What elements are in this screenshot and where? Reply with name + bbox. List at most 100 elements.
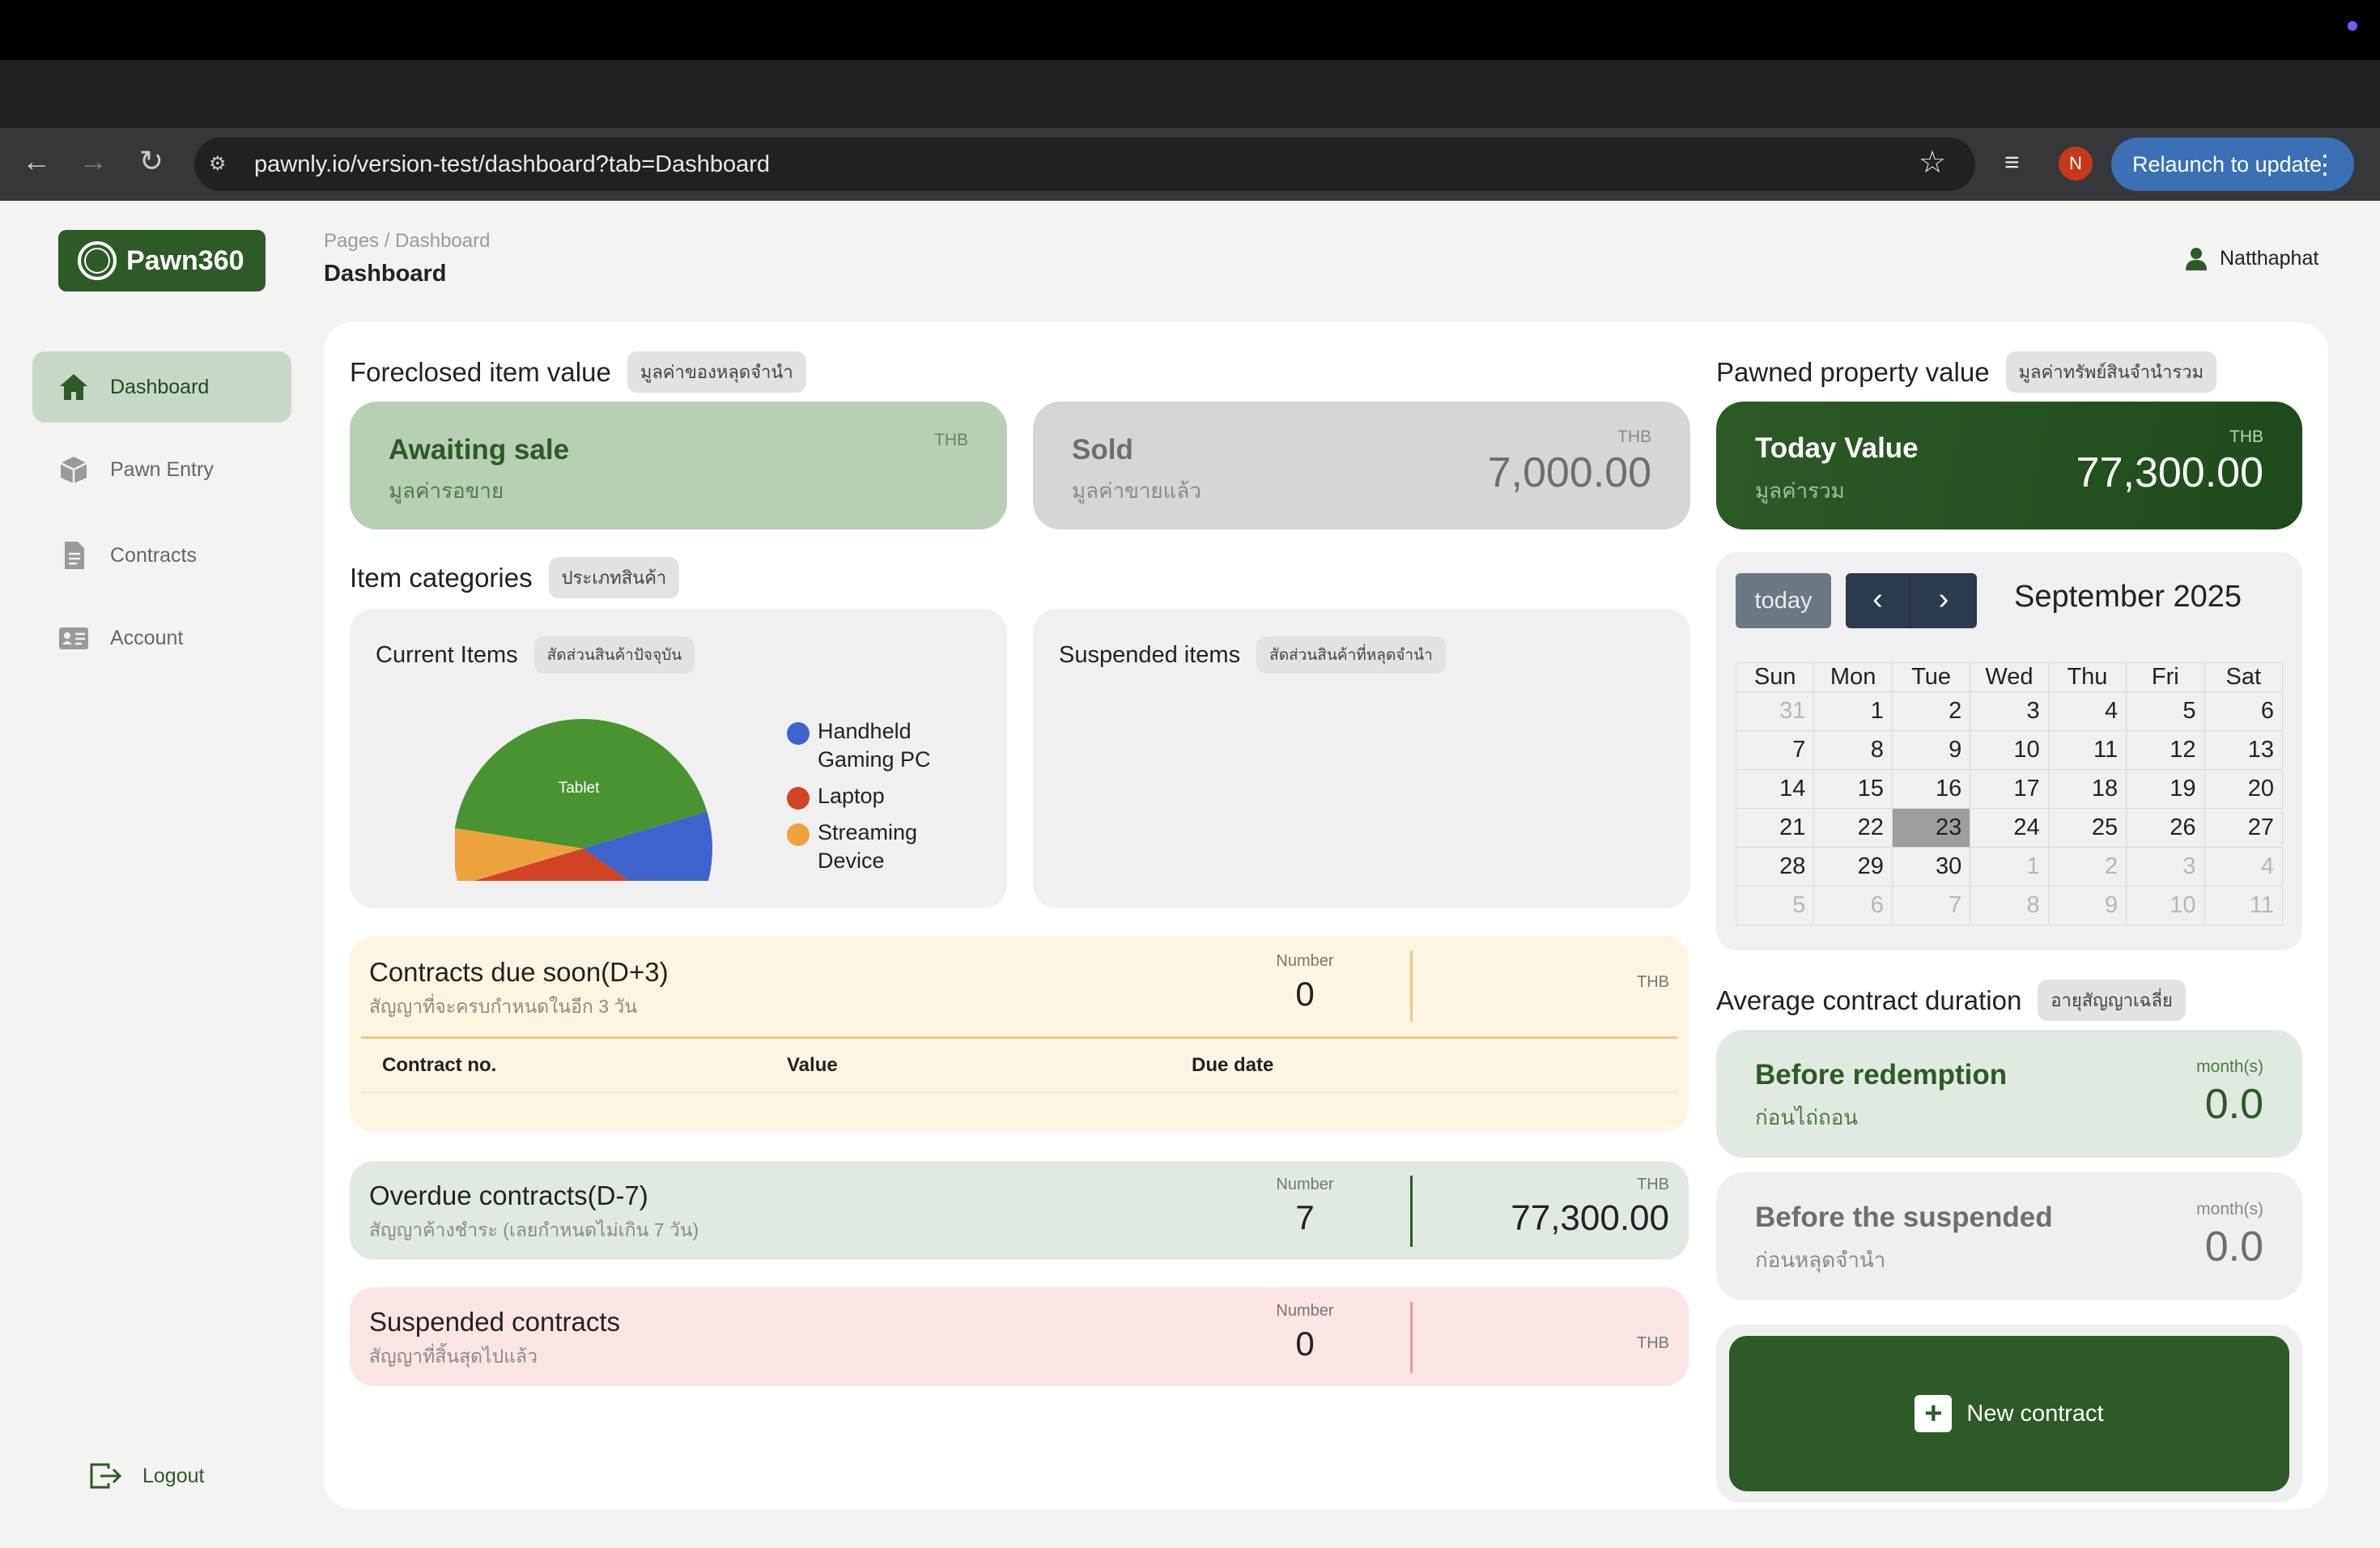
card-pill: สัดส่วนสินค้าที่หลุดจำนำ xyxy=(1256,636,1446,674)
calendar-day[interactable]: 19 xyxy=(2126,769,2205,809)
calendar-week: 31 1 2 3 4 5 6 xyxy=(1735,691,2284,731)
calendar-day[interactable]: 3 xyxy=(1970,691,2049,731)
logout-label: Logout xyxy=(142,1464,205,1487)
calendar-day[interactable]: 21 xyxy=(1735,808,1815,848)
suspended-items-card: Suspended items สัดส่วนสินค้าที่หลุดจำนำ xyxy=(1033,609,1690,908)
currency-label: THB xyxy=(1637,1334,1669,1352)
suspended-contracts-panel[interactable]: Suspended contracts สัญญาที่สิ้นสุดไปแล้… xyxy=(350,1287,1689,1386)
sold-card[interactable]: Sold มูลค่าขายแล้ว THB 7,000.00 xyxy=(1033,402,1690,529)
sidebar-item-contracts[interactable]: Contracts xyxy=(32,520,291,591)
calendar-nav-group: ‹ › xyxy=(1846,573,1977,628)
calendar-day[interactable]: 2 xyxy=(1891,691,1971,731)
site-settings-icon[interactable]: ⚙ xyxy=(209,152,233,176)
calendar-day[interactable]: 10 xyxy=(2126,886,2205,925)
calendar-day[interactable]: 17 xyxy=(1970,769,2049,809)
legend-item[interactable]: Handheld Gaming PC xyxy=(787,717,981,774)
calendar-day[interactable]: 22 xyxy=(1813,808,1893,848)
overdue-contracts-panel[interactable]: Overdue contracts(D-7) สัญญาค้างชำระ (เล… xyxy=(350,1161,1689,1260)
sidebar-item-account[interactable]: Account xyxy=(32,602,291,674)
calendar-day[interactable]: 28 xyxy=(1735,847,1815,887)
logout-button[interactable]: Logout xyxy=(89,1462,204,1490)
calendar-day[interactable]: 20 xyxy=(2204,769,2284,809)
calendar-day[interactable]: 1 xyxy=(1813,691,1893,731)
weekday-header: Thu xyxy=(2047,662,2127,692)
calendar-day[interactable]: 2 xyxy=(2047,847,2127,887)
legend-item[interactable]: Streaming Device xyxy=(787,819,981,875)
card-value: 0.0 xyxy=(2204,1081,2263,1128)
media-control-icon[interactable]: ≡ xyxy=(2004,147,2020,177)
new-contract-button[interactable]: + New contract xyxy=(1729,1336,2289,1491)
calendar-week: 28 29 30 1 2 3 4 xyxy=(1735,847,2284,887)
calendar-day[interactable]: 18 xyxy=(2047,769,2127,809)
calendar-day[interactable]: 13 xyxy=(2204,730,2284,770)
awaiting-sale-card[interactable]: Awaiting sale มูลค่ารอขาย THB xyxy=(350,402,1007,529)
calendar-day[interactable]: 29 xyxy=(1813,847,1893,887)
calendar-week: 14 15 16 17 18 19 20 xyxy=(1735,769,2284,809)
url-input[interactable]: pawnly.io/version-test/dashboard?tab=Das… xyxy=(194,138,1975,191)
bookmark-star-icon[interactable]: ☆ xyxy=(1919,144,1946,181)
legend-item[interactable]: Laptop xyxy=(787,782,981,810)
calendar-day[interactable]: 26 xyxy=(2126,808,2205,848)
user-menu[interactable]: Natthaphat xyxy=(2184,246,2318,270)
divider xyxy=(1410,1302,1413,1373)
back-button[interactable]: ← xyxy=(16,144,57,178)
calendar-grid: Sun Mon Tue Wed Thu Fri Sat 31 1 2 3 4 5 6 7 8 9 10 11 12 1… xyxy=(1735,662,2284,925)
currency-label: THB xyxy=(1637,1176,1669,1193)
calendar-day[interactable]: 31 xyxy=(1735,691,1815,731)
calendar-prev-button[interactable]: ‹ xyxy=(1846,573,1910,628)
calendar-day[interactable]: 10 xyxy=(1970,730,2049,770)
more-menu-icon[interactable]: ⋮ xyxy=(2312,149,2338,180)
calendar-day[interactable]: 30 xyxy=(1891,847,1971,887)
calendar-day[interactable]: 11 xyxy=(2047,730,2127,770)
relaunch-button[interactable]: Relaunch to update ⋮ xyxy=(2111,138,2354,191)
calendar-day[interactable]: 4 xyxy=(2204,847,2284,887)
section-title: Average contract duration xyxy=(1716,985,2022,1015)
calendar-day[interactable]: 7 xyxy=(1735,730,1815,770)
today-value-card[interactable]: Today Value มูลค่ารวม THB 77,300.00 xyxy=(1716,402,2302,529)
calendar-day[interactable]: 1 xyxy=(1970,847,2049,887)
reload-button[interactable]: ↻ xyxy=(131,144,172,178)
app-logo[interactable]: Pawn360 xyxy=(58,230,266,291)
calendar-day[interactable]: 5 xyxy=(2126,691,2205,731)
legend-label: Handheld Gaming PC xyxy=(818,719,931,772)
calendar-day[interactable]: 3 xyxy=(2126,847,2205,887)
before-suspended-card[interactable]: Before the suspended ก่อนหลุดจำนำ month(… xyxy=(1716,1172,2302,1300)
calendar-day[interactable]: 27 xyxy=(2204,808,2284,848)
sidebar-item-dashboard[interactable]: Dashboard xyxy=(32,351,291,423)
legend-label: Laptop xyxy=(818,784,885,808)
calendar-week: 7 8 9 10 11 12 13 xyxy=(1735,730,2284,770)
calendar-day[interactable]: 8 xyxy=(1813,730,1893,770)
calendar-next-button[interactable]: › xyxy=(1911,573,1976,628)
calendar-day[interactable]: 23 xyxy=(1891,808,1971,848)
new-contract-label: New contract xyxy=(1966,1400,2104,1427)
calendar-day[interactable]: 25 xyxy=(2047,808,2127,848)
forward-button[interactable]: → xyxy=(73,144,113,178)
calendar-day[interactable]: 8 xyxy=(1970,886,2049,925)
calendar-day[interactable]: 11 xyxy=(2204,886,2284,925)
calendar-day[interactable]: 6 xyxy=(2204,691,2284,731)
calendar-day[interactable]: 14 xyxy=(1735,769,1815,809)
calendar-day[interactable]: 5 xyxy=(1735,886,1815,925)
calendar-day[interactable]: 12 xyxy=(2126,730,2205,770)
calendar-day[interactable]: 4 xyxy=(2047,691,2127,731)
calendar-day[interactable]: 15 xyxy=(1813,769,1893,809)
number-value: 0 xyxy=(1295,1325,1315,1363)
foreclosed-section-title: Foreclosed item value มูลค่าของหลุดจำนำ xyxy=(350,351,806,393)
divider xyxy=(361,1036,1677,1039)
contracts-due-soon-panel[interactable]: Contracts due soon(D+3) สัญญาที่จะครบกำห… xyxy=(350,936,1689,1132)
before-redemption-card[interactable]: Before redemption ก่อนไถ่ถอน month(s) 0.… xyxy=(1716,1030,2302,1158)
number-label: Number xyxy=(1276,952,1334,970)
currency-label: THB xyxy=(1637,973,1669,991)
calendar-day[interactable]: 7 xyxy=(1891,886,1971,925)
profile-avatar[interactable]: N xyxy=(2059,147,2093,181)
categories-section-title: Item categories ประเภทสินค้า xyxy=(350,557,680,598)
sidebar-item-pawn-entry[interactable]: Pawn Entry xyxy=(32,434,291,505)
breadcrumb: Pages / Dashboard xyxy=(324,230,491,252)
calendar-day[interactable]: 9 xyxy=(1891,730,1971,770)
calendar-day[interactable]: 24 xyxy=(1970,808,2049,848)
calendar-day[interactable]: 9 xyxy=(2047,886,2127,925)
card-title: Awaiting sale xyxy=(389,434,570,466)
calendar-day[interactable]: 6 xyxy=(1813,886,1893,925)
calendar-today-button[interactable]: today xyxy=(1736,573,1831,628)
calendar-day[interactable]: 16 xyxy=(1891,769,1971,809)
